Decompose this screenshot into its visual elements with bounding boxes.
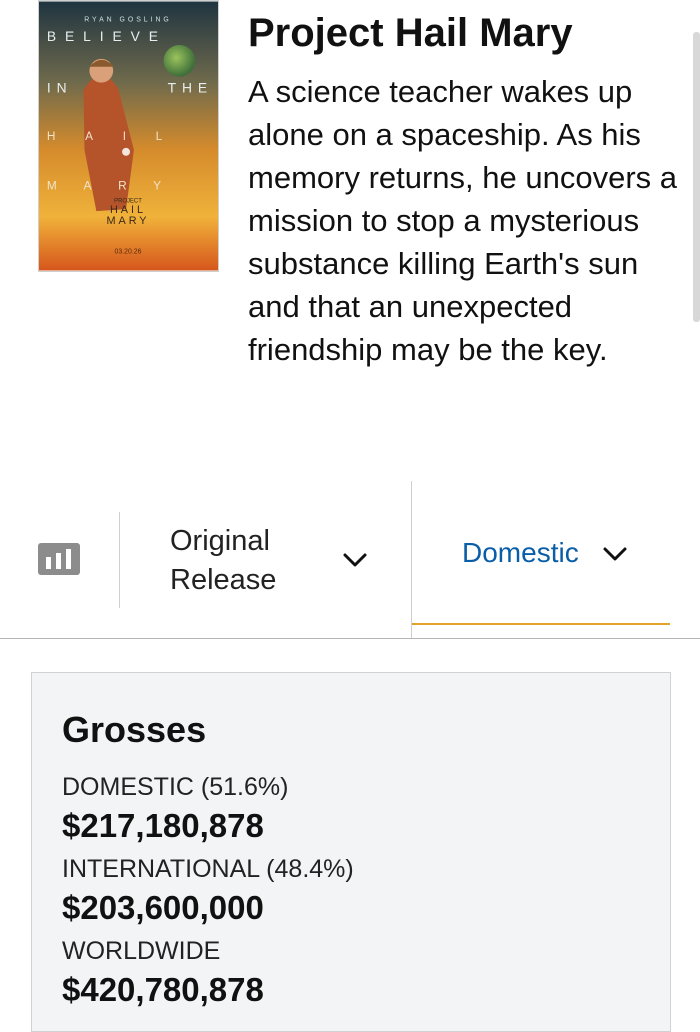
grosses-card: Grosses DOMESTIC (51.6%) $217,180,878 IN… — [31, 672, 671, 1032]
movie-title: Project Hail Mary — [248, 11, 573, 55]
movie-poster[interactable]: RYAN GOSLING BELIEVE IN THE HAIL MARY PR… — [38, 0, 219, 272]
worldwide-label: WORLDWIDE — [62, 937, 221, 965]
worldwide-value: $420,780,878 — [62, 971, 264, 1008]
section-divider — [0, 638, 700, 639]
svg-text:BELIEVE: BELIEVE — [47, 28, 167, 44]
planet-icon — [163, 45, 196, 77]
selected-tab-indicator — [412, 623, 670, 625]
domestic-value: $217,180,878 — [62, 807, 264, 844]
release-dropdown-label: Original Release — [170, 525, 277, 596]
market-dropdown-label: Domestic — [462, 537, 579, 568]
svg-text:03.20.26: 03.20.26 — [115, 249, 142, 256]
poster-image: RYAN GOSLING BELIEVE IN THE HAIL MARY PR… — [39, 1, 218, 271]
international-label: INTERNATIONAL (48.4%) — [62, 855, 354, 883]
svg-text:MARY: MARY — [47, 178, 188, 192]
svg-text:HAIL: HAIL — [47, 129, 192, 143]
svg-text:MARY: MARY — [106, 215, 149, 227]
release-dropdown[interactable]: Original Release — [170, 522, 390, 602]
chevron-down-icon — [603, 547, 627, 561]
international-value: $203,600,000 — [62, 889, 264, 926]
poster-actor-text: RYAN GOSLING — [84, 16, 172, 23]
svg-text:IN: IN — [47, 79, 73, 95]
bar-chart-icon[interactable] — [38, 543, 80, 575]
divider — [119, 512, 120, 608]
grosses-title: Grosses — [62, 709, 207, 750]
chevron-down-icon — [343, 553, 367, 567]
page-scrollbar[interactable] — [693, 32, 700, 322]
market-dropdown[interactable]: Domestic — [412, 525, 670, 585]
movie-synopsis: A science teacher wakes up alone on a sp… — [248, 74, 678, 367]
svg-text:THE: THE — [168, 79, 213, 95]
domestic-label: DOMESTIC (51.6%) — [62, 773, 289, 801]
